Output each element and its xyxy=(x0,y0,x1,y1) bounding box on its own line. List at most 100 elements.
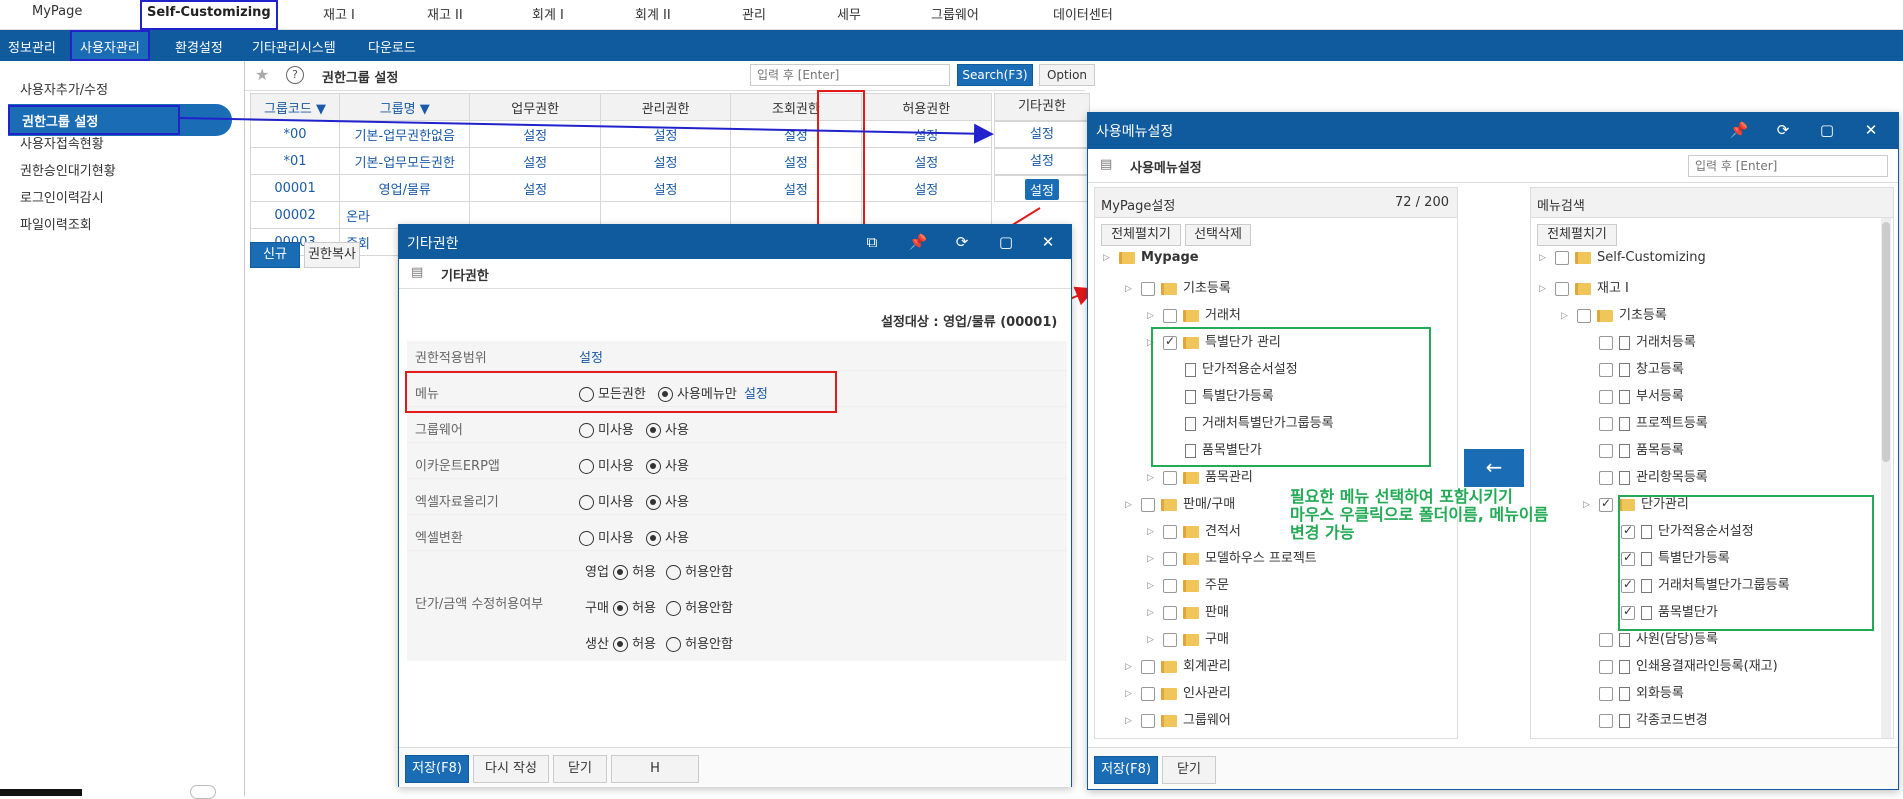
cell-code[interactable]: *00 xyxy=(249,120,341,148)
tree-item[interactable]: 거래처등록 xyxy=(1583,331,1702,353)
cell-setting[interactable]: 설정 xyxy=(469,174,601,202)
tree-checkbox[interactable] xyxy=(1163,470,1177,485)
tree-checkbox[interactable] xyxy=(1141,713,1155,728)
top-menu-management[interactable]: 관리 xyxy=(742,4,766,23)
reset-button[interactable]: 다시 작성 xyxy=(473,755,549,783)
expand-toggle-icon[interactable]: ▷ xyxy=(1147,311,1157,321)
tree-item[interactable]: 부서등록 xyxy=(1583,385,1690,407)
sub-nav-download[interactable]: 다운로드 xyxy=(368,37,416,56)
save-button[interactable]: 저장(F8) xyxy=(405,755,469,783)
tree-item[interactable]: ▷ Mypage xyxy=(1103,250,1205,272)
top-menu-self-customizing[interactable]: Self-Customizing xyxy=(140,0,278,30)
pin-icon[interactable]: 📌 xyxy=(907,231,929,253)
tree-item[interactable]: 품목등록 xyxy=(1583,439,1690,461)
radio-unused[interactable] xyxy=(579,531,594,546)
expand-toggle-icon[interactable]: ▷ xyxy=(1147,527,1157,537)
tree-item[interactable]: ▷ 판매 xyxy=(1147,601,1235,623)
expand-toggle-icon[interactable]: ▷ xyxy=(1125,662,1135,672)
expand-toggle-icon[interactable]: ▷ xyxy=(1103,253,1113,263)
sidebar-item-add-user[interactable]: 사용자추가/수정 xyxy=(20,79,108,98)
maximize-icon[interactable]: ▢ xyxy=(995,231,1017,253)
scrollbar-thumb[interactable] xyxy=(1882,222,1890,462)
top-menu-inventory-2[interactable]: 재고 II xyxy=(427,4,463,23)
refresh-icon[interactable]: ⟳ xyxy=(951,231,973,253)
radio-use[interactable] xyxy=(646,423,662,438)
cell-code[interactable]: 00001 xyxy=(249,174,341,202)
expand-toggle-icon[interactable]: ▷ xyxy=(1125,689,1135,699)
help-icon[interactable]: ? xyxy=(286,66,304,84)
sidebar-item-login-history[interactable]: 로그인이력감시 xyxy=(20,187,104,206)
radio-deny[interactable] xyxy=(666,601,682,616)
expand-toggle-icon[interactable]: ▷ xyxy=(1539,284,1549,294)
tree-item[interactable]: ▷ Self-Customizing xyxy=(1539,250,1712,272)
cell-setting[interactable]: 설정 xyxy=(599,147,732,175)
top-menu-groupware[interactable]: 그룹웨어 xyxy=(931,4,979,23)
tree-checkbox[interactable] xyxy=(1599,335,1613,350)
radio-deny[interactable] xyxy=(666,565,682,580)
header-group-name[interactable]: 그룹명 ▼ xyxy=(339,93,471,121)
tree-checkbox[interactable] xyxy=(1599,389,1613,404)
tree-item[interactable]: 각종코드변경 xyxy=(1583,709,1714,731)
tree-item[interactable]: ▷ 거래처 xyxy=(1147,304,1247,326)
h-button[interactable]: H xyxy=(611,755,699,783)
tree-checkbox[interactable] xyxy=(1599,443,1613,458)
cell-etc-setting[interactable]: 설정 xyxy=(994,121,1090,148)
sub-nav-other-systems[interactable]: 기타관리시스템 xyxy=(252,37,336,56)
tree-checkbox[interactable] xyxy=(1599,686,1613,701)
cell-etc-setting[interactable]: 설정 xyxy=(994,148,1090,175)
sub-nav-user-management[interactable]: 사용자관리 xyxy=(70,30,150,61)
pin-icon[interactable]: 📌 xyxy=(1728,119,1750,141)
tree-item[interactable]: ▷ 모델하우스 프로젝트 xyxy=(1147,547,1323,569)
tree-item[interactable]: ▷ 판매/구매 xyxy=(1125,493,1241,515)
cell-setting[interactable]: 설정 xyxy=(860,120,993,148)
cell-setting[interactable]: 설정 xyxy=(860,147,993,175)
menu-search-input[interactable] xyxy=(1688,155,1888,177)
cell-etc-setting-active[interactable]: 설정 xyxy=(1025,179,1059,200)
tree-item[interactable]: 창고등록 xyxy=(1583,358,1690,380)
tree-checkbox[interactable] xyxy=(1599,416,1613,431)
tree-checkbox[interactable] xyxy=(1163,524,1177,539)
tree-item[interactable]: ▷ 견적서 xyxy=(1147,520,1247,542)
top-menu-inventory-1[interactable]: 재고 I xyxy=(323,4,355,23)
radio-deny[interactable] xyxy=(666,637,682,652)
radio-allow[interactable] xyxy=(613,565,629,580)
tree-item[interactable]: 프로젝트등록 xyxy=(1583,412,1714,434)
radio-allow[interactable] xyxy=(613,601,629,616)
scrollbar[interactable] xyxy=(1881,218,1891,738)
expand-toggle-icon[interactable]: ▷ xyxy=(1147,581,1157,591)
tree-checkbox[interactable] xyxy=(1599,659,1613,674)
search-input[interactable] xyxy=(750,64,950,86)
tree-item[interactable]: 사원(담당)등록 xyxy=(1583,628,1724,650)
radio-use[interactable] xyxy=(646,495,662,510)
top-menu-accounting-1[interactable]: 회계 I xyxy=(532,4,564,23)
tree-checkbox[interactable] xyxy=(1599,632,1613,647)
tree-checkbox[interactable] xyxy=(1577,308,1591,323)
refresh-icon[interactable]: ⟳ xyxy=(1772,119,1794,141)
tree-item[interactable]: ▷ 품목관리 xyxy=(1147,466,1259,488)
option-button[interactable]: Option xyxy=(1039,64,1095,86)
radio-allow[interactable] xyxy=(613,637,629,652)
move-left-arrow-button[interactable]: ← xyxy=(1464,449,1524,487)
sidebar-item-permission-group[interactable]: 권한그룹 설정 xyxy=(8,104,232,136)
cell-name[interactable]: 기본-업무모든권한 xyxy=(339,147,471,175)
tree-checkbox[interactable] xyxy=(1163,605,1177,620)
top-menu-datacenter[interactable]: 데이터센터 xyxy=(1053,4,1113,23)
tree-checkbox[interactable] xyxy=(1141,497,1155,512)
expand-toggle-icon[interactable]: ▷ xyxy=(1125,500,1135,510)
cell-name[interactable]: 영업/물류 xyxy=(339,174,471,202)
tree-item[interactable]: ▷ 주문 xyxy=(1147,574,1235,596)
tree-checkbox[interactable] xyxy=(1141,686,1155,701)
copy-permission-button[interactable]: 권한복사 xyxy=(304,242,360,268)
tree-checkbox[interactable] xyxy=(1163,551,1177,566)
close-icon[interactable]: ✕ xyxy=(1860,119,1882,141)
tree-checkbox[interactable] xyxy=(1599,470,1613,485)
save-button[interactable]: 저장(F8) xyxy=(1094,756,1158,784)
cell-setting[interactable]: 설정 xyxy=(469,120,601,148)
tree-item[interactable]: ▷ 구매 xyxy=(1147,628,1235,650)
tree-item[interactable]: 관리항목등록 xyxy=(1583,466,1714,488)
tree-checkbox[interactable] xyxy=(1163,308,1177,323)
tree-checkbox[interactable] xyxy=(1141,281,1155,296)
expand-toggle-icon[interactable]: ▷ xyxy=(1561,311,1571,321)
cell-setting[interactable]: 설정 xyxy=(860,174,993,202)
tree-item[interactable]: ▷ 기초등록 xyxy=(1125,277,1237,299)
